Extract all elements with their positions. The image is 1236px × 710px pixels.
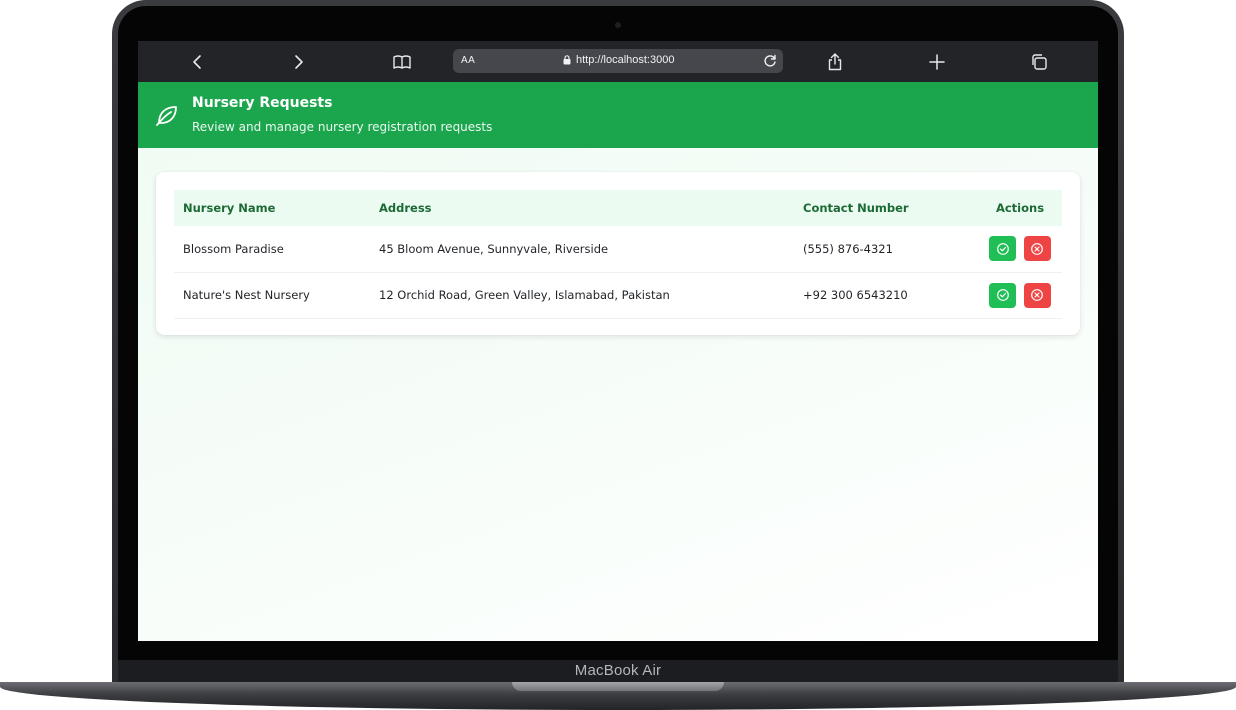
address-cell: 12 Orchid Road, Green Valley, Islamabad,… [379, 288, 670, 302]
nursery-name-cell: Nature's Nest Nursery [183, 288, 310, 302]
tabs-overview-icon[interactable] [1026, 49, 1052, 75]
url-display[interactable]: http://localhost:3000 [563, 54, 674, 66]
address-cell: 45 Bloom Avenue, Sunnyvale, Riverside [379, 241, 609, 256]
check-circle-icon [996, 289, 1009, 301]
nursery-name-cell: Blossom Paradise [183, 241, 284, 256]
approve-button[interactable] [989, 282, 1017, 308]
requests-table: Nursery Name Address Contact Number Acti… [174, 190, 1062, 319]
device-label: MacBook Air [574, 662, 662, 679]
reject-button[interactable] [1023, 236, 1051, 262]
browser-toolbar: AA http://localhost:3000 [138, 41, 1098, 82]
requests-card: Nursery Name Address Contact Number Acti… [156, 172, 1080, 335]
column-header-actions: Actions [995, 201, 1045, 215]
page-title: Nursery Requests [192, 95, 333, 111]
lock-icon [563, 55, 571, 65]
reject-button[interactable] [1023, 282, 1051, 308]
screen: AA http://localhost:3000 Nursery Request… [138, 41, 1098, 641]
actions-cell [978, 272, 1062, 318]
actions-cell [978, 226, 1062, 272]
table-row: Nature's Nest Nursery 12 Orchid Road, Gr… [174, 272, 1062, 318]
leaf-icon [156, 106, 177, 126]
reader-aa-button[interactable]: AA [461, 55, 475, 66]
camera-icon [615, 22, 621, 28]
laptop-hinge-notch [512, 682, 724, 691]
x-circle-icon [1031, 242, 1044, 255]
check-circle-icon [996, 242, 1009, 255]
contact-number-cell: (555) 876-4321 [803, 241, 893, 256]
approve-button[interactable] [989, 236, 1017, 262]
address-bar[interactable]: AA http://localhost:3000 [453, 49, 783, 73]
x-circle-icon [1031, 289, 1044, 301]
back-icon[interactable] [184, 49, 210, 75]
column-header-address: Address [379, 201, 432, 215]
column-header-contact-number: Contact Number [803, 201, 909, 215]
table-header-row: Nursery Name Address Contact Number Acti… [174, 190, 1062, 226]
page-subtitle: Review and manage nursery registration r… [192, 120, 493, 134]
reload-icon[interactable] [761, 52, 779, 70]
bookmarks-icon[interactable] [389, 49, 415, 75]
share-icon[interactable] [822, 49, 848, 75]
contact-number-cell: +92 300 6543210 [803, 288, 908, 302]
page-header: Nursery Requests Review and manage nurse… [138, 82, 1098, 148]
forward-icon[interactable] [286, 49, 312, 75]
url-text: http://localhost:3000 [576, 54, 675, 66]
table-row: Blossom Paradise 45 Bloom Avenue, Sunnyv… [174, 226, 1062, 272]
column-header-nursery-name: Nursery Name [183, 201, 276, 215]
page: Nursery Requests Review and manage nurse… [138, 82, 1098, 641]
new-tab-icon[interactable] [924, 49, 950, 75]
